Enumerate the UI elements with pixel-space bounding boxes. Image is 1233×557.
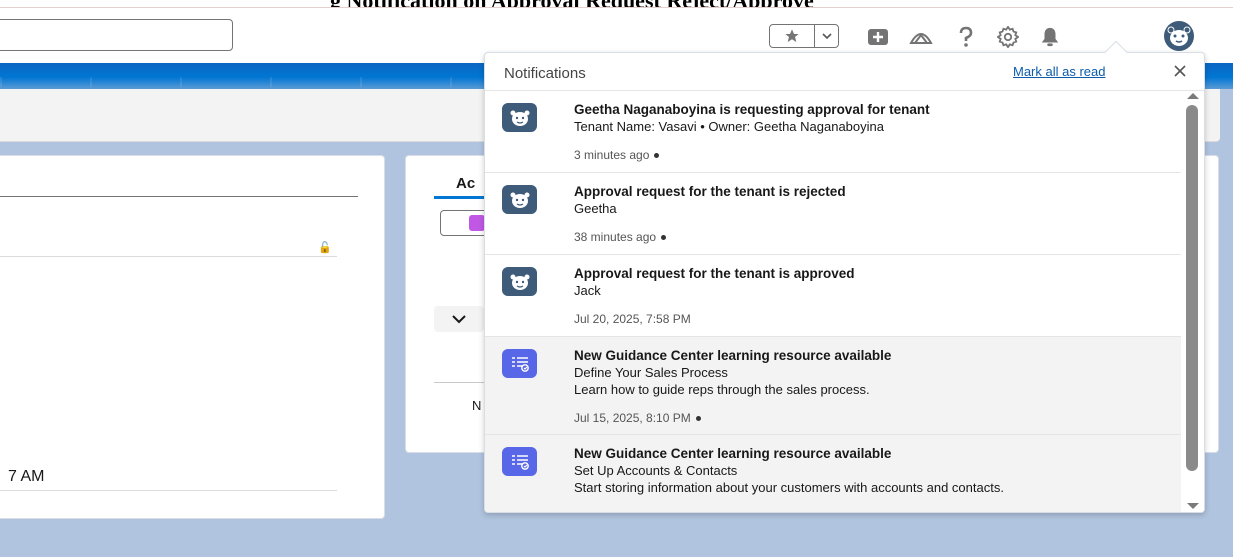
task-icon (469, 215, 485, 231)
einstein-bear-icon (502, 103, 537, 132)
notification-time: 38 minutes ago (574, 229, 1164, 246)
bell-icon[interactable] (1036, 23, 1064, 51)
details-card: 🔓 7 AM (0, 155, 385, 519)
star-icon[interactable] (770, 25, 815, 47)
trailhead-icon[interactable] (907, 23, 935, 51)
notification-title: Approval request for the tenant is appro… (574, 266, 855, 281)
notification-body: Geetha (574, 201, 617, 216)
activity-text: N (472, 398, 482, 413)
notification-body: Set Up Accounts & Contacts (574, 463, 738, 478)
notification-time: Jul 15, 2025, 8:10 PM (574, 410, 1164, 427)
notification-body: Tenant Name: Vasavi • Owner: Geetha Naga… (574, 119, 884, 134)
notification-time: Jul 20, 2025, 7:58 PM (574, 312, 691, 326)
einstein-bear-icon (502, 185, 537, 214)
guidance-center-icon (502, 447, 537, 476)
scroll-thumb[interactable] (1186, 105, 1198, 471)
notification-body: Define Your Sales Process (574, 365, 728, 380)
notification-item[interactable]: New Guidance Center learning resource av… (485, 337, 1181, 435)
unread-dot (654, 153, 660, 159)
help-icon[interactable] (952, 23, 980, 51)
notification-title: Geetha Naganaboyina is requesting approv… (574, 102, 930, 117)
close-icon[interactable] (1169, 60, 1191, 82)
add-icon[interactable] (864, 23, 892, 51)
setup-gear-icon[interactable] (994, 23, 1022, 51)
notification-item[interactable]: Approval request for the tenant is rejec… (485, 173, 1181, 255)
notification-detail: Learn how to guide reps through the sale… (574, 382, 870, 397)
field-value: 7 AM (8, 468, 45, 485)
notification-time: 3 minutes ago (574, 147, 1164, 164)
notifications-header: Notifications Mark all as read (485, 53, 1204, 91)
scroll-down-arrow[interactable] (1187, 503, 1199, 509)
einstein-bear-icon (502, 267, 537, 296)
tab-activity[interactable]: Ac (456, 175, 475, 192)
scroll-up-arrow[interactable] (1187, 93, 1199, 99)
notification-item[interactable]: New Guidance Center learning resource av… (485, 435, 1181, 512)
notification-title: New Guidance Center learning resource av… (574, 446, 892, 461)
notification-item[interactable]: Geetha Naganaboyina is requesting approv… (485, 91, 1181, 173)
mark-all-read-link[interactable]: Mark all as read (1013, 64, 1105, 79)
unread-dot (661, 235, 667, 241)
notification-detail: Start storing information about your cus… (574, 480, 1004, 495)
search-input[interactable] (0, 19, 233, 51)
notifications-title: Notifications (504, 65, 586, 82)
expand-button[interactable] (434, 306, 484, 332)
chevron-down-icon (452, 314, 466, 323)
banner-text: g Notification on Approval Request Rejec… (330, 0, 814, 7)
avatar-icon[interactable] (1163, 20, 1195, 52)
lock-icon: 🔓 (318, 242, 332, 254)
notification-title: New Guidance Center learning resource av… (574, 348, 892, 363)
page-banner: g Notification on Approval Request Rejec… (0, 0, 1233, 8)
notification-body: Jack (574, 283, 601, 298)
unread-dot (695, 416, 701, 422)
chevron-down-icon[interactable] (815, 25, 838, 47)
guidance-center-icon (502, 349, 537, 378)
notifications-panel: Notifications Mark all as read Geetha Na… (484, 52, 1205, 513)
notification-item[interactable]: Approval request for the tenant is appro… (485, 255, 1181, 337)
notification-scrollbar[interactable] (1181, 91, 1204, 512)
notification-title: Approval request for the tenant is rejec… (574, 184, 846, 199)
notification-list: Geetha Naganaboyina is requesting approv… (485, 91, 1181, 512)
favorites-button-group (769, 24, 839, 48)
